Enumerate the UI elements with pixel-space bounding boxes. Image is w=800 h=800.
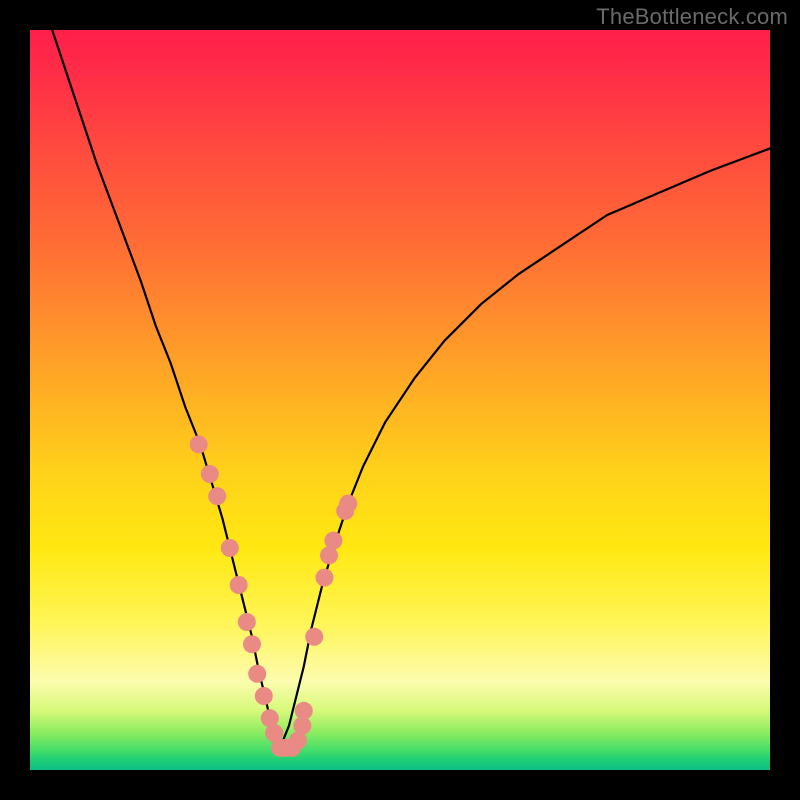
marker-dot	[201, 465, 219, 483]
curve-layer	[30, 30, 770, 770]
marker-dot	[190, 435, 208, 453]
marker-dot	[248, 665, 266, 683]
marker-dot	[295, 702, 313, 720]
marker-dot	[305, 628, 323, 646]
watermark-text: TheBottleneck.com	[596, 4, 788, 30]
marker-dot	[324, 532, 342, 550]
marker-dot	[255, 687, 273, 705]
marker-dot	[221, 539, 239, 557]
marker-dot	[238, 613, 256, 631]
marker-dot	[208, 487, 226, 505]
curve-right-branch	[280, 148, 770, 747]
marker-dot	[316, 569, 334, 587]
marker-dot	[339, 495, 357, 513]
marker-dot	[243, 635, 261, 653]
marker-group	[190, 435, 358, 756]
chart-frame: TheBottleneck.com	[0, 0, 800, 800]
marker-dot	[230, 576, 248, 594]
bottleneck-curve	[52, 30, 770, 748]
plot-area	[30, 30, 770, 770]
